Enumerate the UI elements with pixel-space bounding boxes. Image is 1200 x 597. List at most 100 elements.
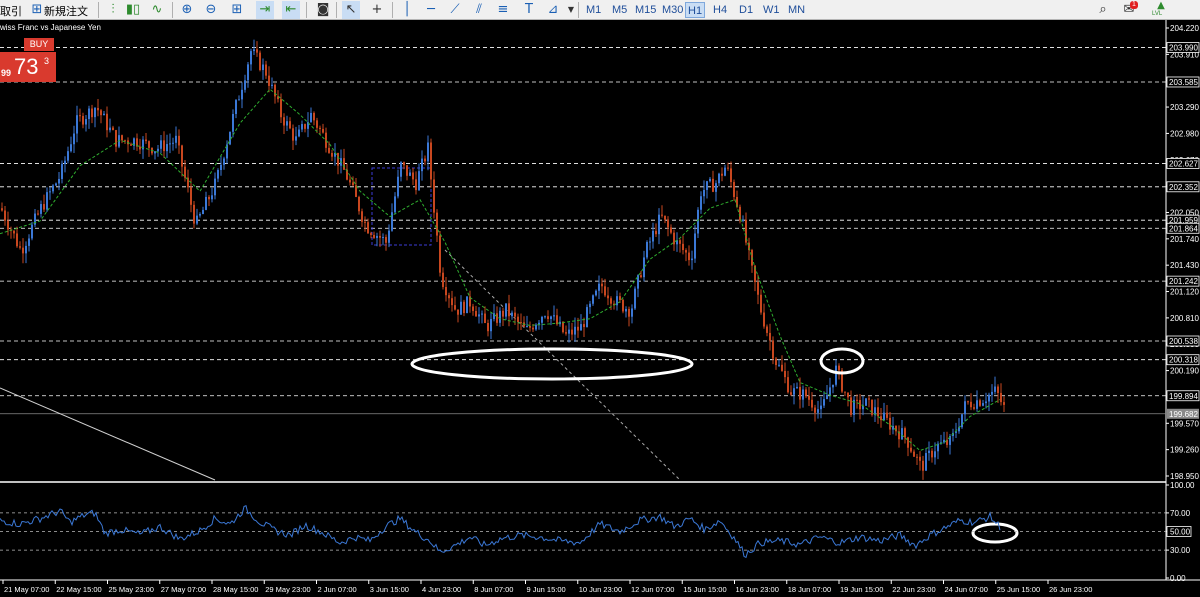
level-label: 200.318 [1169, 356, 1198, 365]
time-tick-label: 4 Jun 23:00 [422, 585, 461, 594]
candle-body [664, 215, 666, 220]
time-tick-label: 3 Jun 15:00 [370, 585, 409, 594]
cursor-icon[interactable]: ↖ [342, 1, 360, 19]
candle-body [400, 162, 402, 177]
price-axis[interactable]: 204.220203.910203.600203.290202.980202.6… [1166, 24, 1199, 481]
timeframe-d1[interactable]: D1 [737, 2, 755, 18]
candle-body [241, 89, 243, 100]
candle-body [640, 275, 642, 278]
search-icon[interactable]: ⌕ [1094, 1, 1112, 19]
candle-body [724, 167, 726, 176]
zoom-out-icon[interactable]: ⊖ [202, 1, 220, 19]
candle-body [415, 179, 417, 191]
channel-icon[interactable]: ⫽ [470, 1, 488, 19]
candle-body [106, 113, 108, 131]
candle-body [541, 316, 543, 323]
line-chart-icon[interactable]: ∿ [148, 1, 166, 19]
candle-body [328, 147, 330, 153]
candle-body [574, 326, 576, 335]
zoom-in-icon[interactable]: ⊕ [178, 1, 196, 19]
candle-body [331, 152, 333, 157]
candle-body [715, 183, 717, 192]
chart-shift-icon[interactable]: ⇤ [282, 1, 300, 19]
trendline-icon[interactable]: ⟋ [446, 1, 464, 19]
timeframe-h4[interactable]: H4 [711, 2, 729, 18]
candle-body [268, 75, 270, 86]
candle-body [829, 387, 831, 396]
timeframe-m30[interactable]: M30 [660, 2, 685, 18]
candle-body [169, 143, 171, 145]
candle-body [508, 303, 510, 317]
candle-body [91, 108, 93, 118]
new-order-button[interactable]: 新規注文 [44, 3, 88, 19]
candle-body [49, 191, 51, 193]
candle-body [718, 173, 720, 184]
candle-body [550, 316, 552, 319]
autoscroll-icon[interactable]: ⇥ [256, 1, 274, 19]
candle-body [16, 233, 18, 247]
price-tick-label: 203.290 [1170, 103, 1199, 112]
text-icon[interactable]: T [520, 1, 538, 19]
candle-body [493, 313, 495, 320]
toolbar-separator [578, 2, 579, 18]
candle-body [292, 128, 294, 141]
candle-body [979, 400, 981, 406]
horizontal-line-icon[interactable]: ─ [422, 1, 440, 19]
crosshair-icon[interactable]: + [368, 1, 386, 19]
buy-price-box[interactable]: 99 73 3 [0, 52, 56, 82]
candle-body [877, 407, 879, 417]
candle-body [661, 214, 663, 216]
candle-body [31, 224, 33, 239]
candle-body [190, 187, 192, 205]
candle-body [112, 127, 114, 131]
buy-button[interactable]: BUY [24, 38, 54, 51]
time-tick-label: 10 Jun 23:00 [579, 585, 622, 594]
timeframe-mn[interactable]: MN [786, 2, 807, 18]
horizontal-levels [0, 20, 1200, 581]
timeframe-m15[interactable]: M15 [633, 2, 658, 18]
time-tick-label: 21 May 07:00 [4, 585, 49, 594]
bar-chart-icon[interactable]: ⫶ [104, 1, 122, 19]
candle-body [502, 310, 504, 317]
time-tick-label: 25 May 23:00 [109, 585, 154, 594]
arrow-label-icon[interactable]: ⊿ [544, 1, 562, 19]
price-tick-label: 198.950 [1170, 472, 1199, 481]
candle-body [238, 99, 240, 101]
toolbar-separator [306, 2, 307, 18]
candle-body [280, 99, 282, 118]
timeframe-m5[interactable]: M5 [610, 2, 629, 18]
candle-body [823, 399, 825, 406]
vertical-line-icon[interactable]: │ [398, 1, 416, 19]
candle-body [484, 313, 486, 323]
price-chart[interactable]: 100.0070.0050.0030.000.00 204.220203.910… [0, 20, 1200, 597]
grid-icon[interactable]: ⊞ [228, 1, 246, 19]
candle-body [820, 405, 822, 410]
candle-body [868, 398, 870, 400]
candle-body [256, 49, 258, 53]
candle-body [598, 283, 600, 291]
candle-body [403, 162, 405, 166]
screenshot-icon[interactable]: ◙ [314, 1, 332, 19]
fibonacci-icon[interactable]: ≡ [494, 1, 512, 19]
order-menu[interactable]: 取引 [0, 3, 22, 19]
candle-body [115, 130, 117, 147]
candle-body [322, 128, 324, 133]
candle-body [232, 113, 234, 132]
candle-body [466, 296, 468, 314]
timeframe-m1[interactable]: M1 [584, 2, 603, 18]
timeframe-w1[interactable]: W1 [761, 2, 782, 18]
candle-body [769, 332, 771, 341]
candlestick-icon[interactable]: ▮▯ [124, 1, 142, 19]
candle-body [622, 299, 624, 312]
candle-body [616, 296, 618, 306]
time-tick-label: 19 Jun 15:00 [840, 585, 883, 594]
candle-body [814, 407, 816, 413]
candle-body [418, 171, 420, 191]
candle-body [313, 112, 315, 121]
candle-body [832, 384, 834, 388]
price-prefix: 99 [1, 68, 12, 78]
candle-body [145, 139, 147, 142]
candle-body [691, 258, 693, 261]
timeframe-h1[interactable]: H1 [685, 2, 706, 18]
candle-body [181, 145, 183, 167]
